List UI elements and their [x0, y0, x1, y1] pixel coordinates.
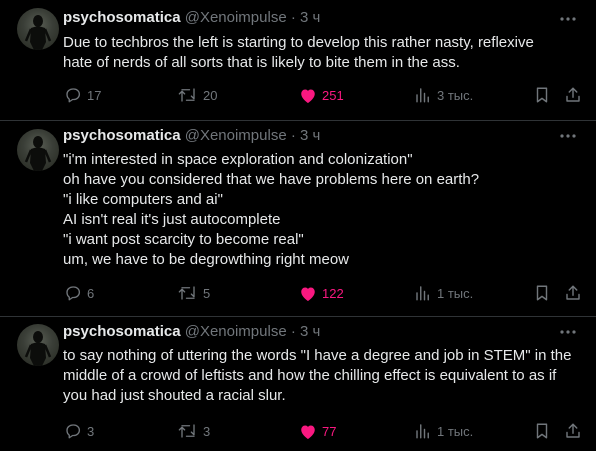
retweet-button[interactable]: 3	[178, 421, 210, 441]
retweet-button[interactable]: 20	[178, 85, 217, 105]
author-name[interactable]: psychosomatica	[63, 323, 181, 340]
reply-count: 17	[87, 87, 102, 103]
reply-button[interactable]: 3	[64, 421, 94, 441]
avatar-figure-icon	[24, 136, 52, 171]
more-dots-icon	[560, 17, 576, 21]
bookmark-button[interactable]	[534, 421, 550, 441]
tweet-text: to say nothing of uttering the words "I …	[63, 346, 578, 406]
retweet-button[interactable]: 5	[178, 283, 210, 303]
heart-icon	[301, 89, 315, 103]
more-button[interactable]	[558, 126, 578, 146]
retweet-count: 3	[203, 423, 211, 439]
heart-icon	[301, 425, 315, 439]
tweet-text-line: hate of nerds of all sorts that is likel…	[63, 54, 460, 71]
reply-button[interactable]: 6	[64, 283, 94, 303]
tweet-text-line: Due to techbros the left is starting to …	[63, 34, 534, 51]
retweet-icon	[178, 88, 195, 102]
avatar[interactable]	[17, 324, 59, 366]
share-icon	[566, 423, 580, 438]
like-count: 77	[322, 423, 337, 439]
reply-icon	[66, 286, 81, 301]
like-count: 251	[322, 87, 344, 103]
more-dots-icon	[560, 330, 576, 334]
views-chart-icon	[416, 88, 429, 103]
views-button[interactable]: 1 тыс.	[414, 421, 473, 441]
like-button[interactable]: 122	[299, 283, 344, 303]
bookmark-icon	[536, 87, 548, 103]
separator-dot: ·	[290, 323, 296, 340]
views-count: 3 тыс.	[437, 87, 474, 103]
tweet-actions: 6 5 122 1 тыс.	[0, 283, 596, 303]
tweet-text-line: to say nothing of uttering the words "I …	[63, 347, 572, 364]
avatar-figure-icon	[24, 15, 52, 50]
share-icon	[566, 87, 580, 102]
bookmark-icon	[536, 423, 548, 439]
tweet-time[interactable]: 3 ч	[300, 323, 320, 340]
share-button[interactable]	[564, 85, 582, 105]
author-handle[interactable]: @Xenoimpulse	[185, 127, 287, 144]
views-button[interactable]: 1 тыс.	[414, 283, 473, 303]
tweet-text-line: "i want post scarcity to become real"	[63, 231, 304, 248]
tweet[interactable]: psychosomatica @Xenoimpulse · 3 ч "i'm i…	[0, 121, 596, 317]
tweet-text-line: "i like computers and ai"	[63, 191, 223, 208]
tweet-header: psychosomatica @Xenoimpulse · 3 ч	[63, 322, 320, 342]
avatar-figure-icon	[24, 331, 52, 366]
reply-count: 6	[87, 285, 95, 301]
retweet-icon	[178, 424, 195, 438]
reply-count: 3	[87, 423, 95, 439]
views-button[interactable]: 3 тыс.	[414, 85, 473, 105]
tweet-text: Due to techbros the left is starting to …	[63, 33, 578, 73]
tweet-time[interactable]: 3 ч	[300, 127, 320, 144]
tweet-header: psychosomatica @Xenoimpulse · 3 ч	[63, 8, 320, 28]
bookmark-button[interactable]	[534, 85, 550, 105]
tweet-text-line: um, we have to be degrowthing right meow	[63, 251, 349, 268]
author-name[interactable]: psychosomatica	[63, 9, 181, 26]
like-button[interactable]: 251	[299, 85, 344, 105]
reply-button[interactable]: 17	[64, 85, 101, 105]
author-name[interactable]: psychosomatica	[63, 127, 181, 144]
retweet-count: 5	[203, 285, 211, 301]
tweet[interactable]: psychosomatica @Xenoimpulse · 3 ч to say…	[0, 317, 596, 451]
like-button[interactable]: 77	[299, 421, 336, 441]
more-dots-icon	[560, 134, 576, 138]
views-chart-icon	[416, 424, 429, 439]
tweet-text-line: middle of a crowd of leftists and how th…	[63, 367, 557, 384]
heart-icon	[301, 287, 315, 301]
views-count: 1 тыс.	[437, 285, 474, 301]
author-handle[interactable]: @Xenoimpulse	[185, 323, 287, 340]
bookmark-button[interactable]	[534, 283, 550, 303]
share-icon	[566, 285, 580, 300]
separator-dot: ·	[290, 127, 296, 144]
tweet-text-line: oh have you considered that we have prob…	[63, 171, 480, 188]
avatar[interactable]	[17, 129, 59, 171]
share-button[interactable]	[564, 421, 582, 441]
avatar[interactable]	[17, 8, 59, 50]
tweet-text-line: AI isn't real it's just autocomplete	[63, 211, 281, 228]
tweet-text-line: you had just shouted a racial slur.	[63, 387, 286, 404]
views-count: 1 тыс.	[437, 423, 474, 439]
share-button[interactable]	[564, 283, 582, 303]
tweet-header: psychosomatica @Xenoimpulse · 3 ч	[63, 126, 320, 146]
separator-dot: ·	[290, 9, 296, 26]
tweet-time[interactable]: 3 ч	[300, 9, 320, 26]
retweet-count: 20	[203, 87, 218, 103]
reply-icon	[66, 88, 81, 103]
tweet[interactable]: psychosomatica @Xenoimpulse · 3 ч Due to…	[0, 0, 596, 121]
bookmark-icon	[536, 285, 548, 301]
tweet-actions: 17 20 251 3 тыс.	[0, 85, 596, 105]
like-count: 122	[322, 285, 344, 301]
tweet-actions: 3 3 77 1 тыс.	[0, 421, 596, 441]
reply-icon	[66, 424, 81, 439]
more-button[interactable]	[558, 322, 578, 342]
views-chart-icon	[416, 286, 429, 301]
tweet-text: "i'm interested in space exploration and…	[63, 150, 578, 270]
retweet-icon	[178, 286, 195, 300]
tweet-feed: psychosomatica @Xenoimpulse · 3 ч Due to…	[0, 0, 596, 451]
author-handle[interactable]: @Xenoimpulse	[185, 9, 287, 26]
more-button[interactable]	[558, 9, 578, 29]
tweet-text-line: "i'm interested in space exploration and…	[63, 151, 413, 168]
